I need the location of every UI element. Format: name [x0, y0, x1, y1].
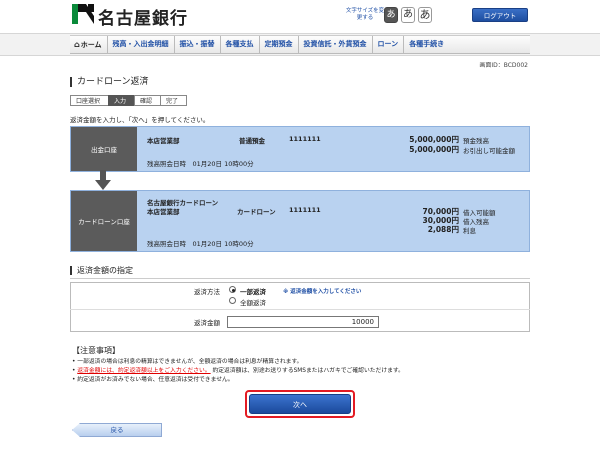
nav-item-time-deposit[interactable]: 定期預金 — [260, 36, 299, 53]
nav-item-payments[interactable]: 各種支払 — [221, 36, 260, 53]
loan-account-label: カードローン口座 — [71, 191, 137, 251]
withdrawal-account-type: 普通預金 — [239, 137, 265, 145]
partial-repayment-label[interactable]: 一部返済 — [240, 286, 266, 296]
page-title: カードローン返済 — [70, 77, 149, 87]
nav-item-investment[interactable]: 投資信託・外貨預金 — [299, 36, 373, 53]
step-complete: 完了 — [160, 95, 188, 106]
next-button[interactable]: 次へ — [249, 394, 351, 414]
progress-steps: 口座選択 入力 確認 完了 — [70, 95, 188, 106]
loan-inquiry-time: 残高照会日時 01月20日 10時00分 — [147, 240, 254, 248]
loan-interest-label: 利息 — [463, 227, 476, 235]
back-button[interactable]: 戻る — [72, 423, 162, 437]
nav-item-balance[interactable]: 残高・入出金明細 — [108, 36, 175, 53]
loan-account-number: 1111111 — [289, 206, 321, 214]
note-item: • 返済金額には、約定返済額以上をご入力ください。 約定返済額は、別途お送りする… — [72, 368, 404, 374]
withdrawal-account-number: 1111111 — [289, 135, 321, 143]
loan-account-type: カードローン — [237, 208, 276, 216]
repayment-amount-input[interactable]: 10000 — [227, 316, 379, 328]
arrow-down-icon — [95, 170, 111, 190]
repayment-method-label: 返済方法 — [194, 288, 220, 296]
step-confirm: 確認 — [134, 95, 162, 106]
step-input: 入力 — [108, 95, 136, 106]
home-icon: ⌂ — [74, 40, 80, 49]
full-repayment-label[interactable]: 全額返済 — [240, 297, 266, 307]
header: 名古屋銀行 文字サイズを変更する あ あ あ ログアウト — [0, 0, 600, 33]
screen-id: 画面ID：BCD002 — [479, 62, 528, 69]
font-size-label: 文字サイズを変更する — [345, 8, 385, 21]
nav-item-transfer[interactable]: 振込・振替 — [175, 36, 221, 53]
logout-button[interactable]: ログアウト — [472, 8, 528, 22]
loan-interest: 2,088円 — [427, 225, 459, 234]
step-account-select: 口座選択 — [70, 95, 110, 106]
note-item: • 約定返済がお済みでない場合、任意返済は受付できません。 — [72, 377, 234, 383]
notes-title: 【注意事項】 — [72, 346, 120, 355]
withdrawal-available-label: お引出し可能金額 — [463, 147, 515, 155]
font-size-large-button[interactable]: あ — [418, 7, 432, 23]
next-button-highlight: 次へ — [245, 390, 355, 418]
note-item: • 一部返済の場合は利息の精算はできませんが、全額返済の場合は利息が精算されます… — [72, 359, 303, 365]
partial-repayment-hint: ※ 返済金額を入力してください — [283, 289, 362, 295]
global-nav: ⌂ホーム 残高・入出金明細 振込・振替 各種支払 定期預金 投資信託・外貨預金 … — [70, 35, 530, 54]
nav-item-loan[interactable]: ローン — [373, 36, 405, 53]
nav-item-procedures[interactable]: 各種手続き — [404, 36, 449, 53]
withdrawal-available: 5,000,000円 — [409, 145, 459, 154]
withdrawal-inquiry-time: 残高照会日時 01月20日 10時00分 — [147, 160, 254, 168]
withdrawal-branch: 本店営業部 — [147, 137, 180, 145]
repayment-section-title: 返済金額の指定 — [70, 266, 133, 275]
full-repayment-radio[interactable] — [229, 297, 236, 304]
withdrawal-balance-label: 預金残高 — [463, 137, 489, 145]
withdrawal-account-label: 出金口座 — [71, 127, 137, 171]
font-size-medium-button[interactable]: あ — [401, 7, 415, 23]
withdrawal-account-panel: 出金口座 本店営業部 普通預金 1111111 5,000,000円 預金残高 … — [70, 126, 530, 172]
partial-repayment-radio[interactable] — [229, 286, 236, 293]
nav-item-home[interactable]: ⌂ホーム — [70, 36, 108, 53]
section-divider — [70, 278, 530, 279]
loan-branch: 本店営業部 — [147, 208, 180, 216]
bank-logo-icon — [72, 4, 94, 24]
bank-name: 名古屋銀行 — [98, 9, 188, 29]
loan-account-panel: カードローン口座 名古屋銀行カードローン 本店営業部 カードローン 111111… — [70, 190, 530, 252]
form-row-divider — [70, 309, 530, 310]
instruction-text: 返済金額を入力し、「次へ」を押してください。 — [70, 116, 210, 124]
repayment-amount-label: 返済金額 — [194, 319, 220, 327]
font-size-small-button[interactable]: あ — [384, 7, 398, 23]
